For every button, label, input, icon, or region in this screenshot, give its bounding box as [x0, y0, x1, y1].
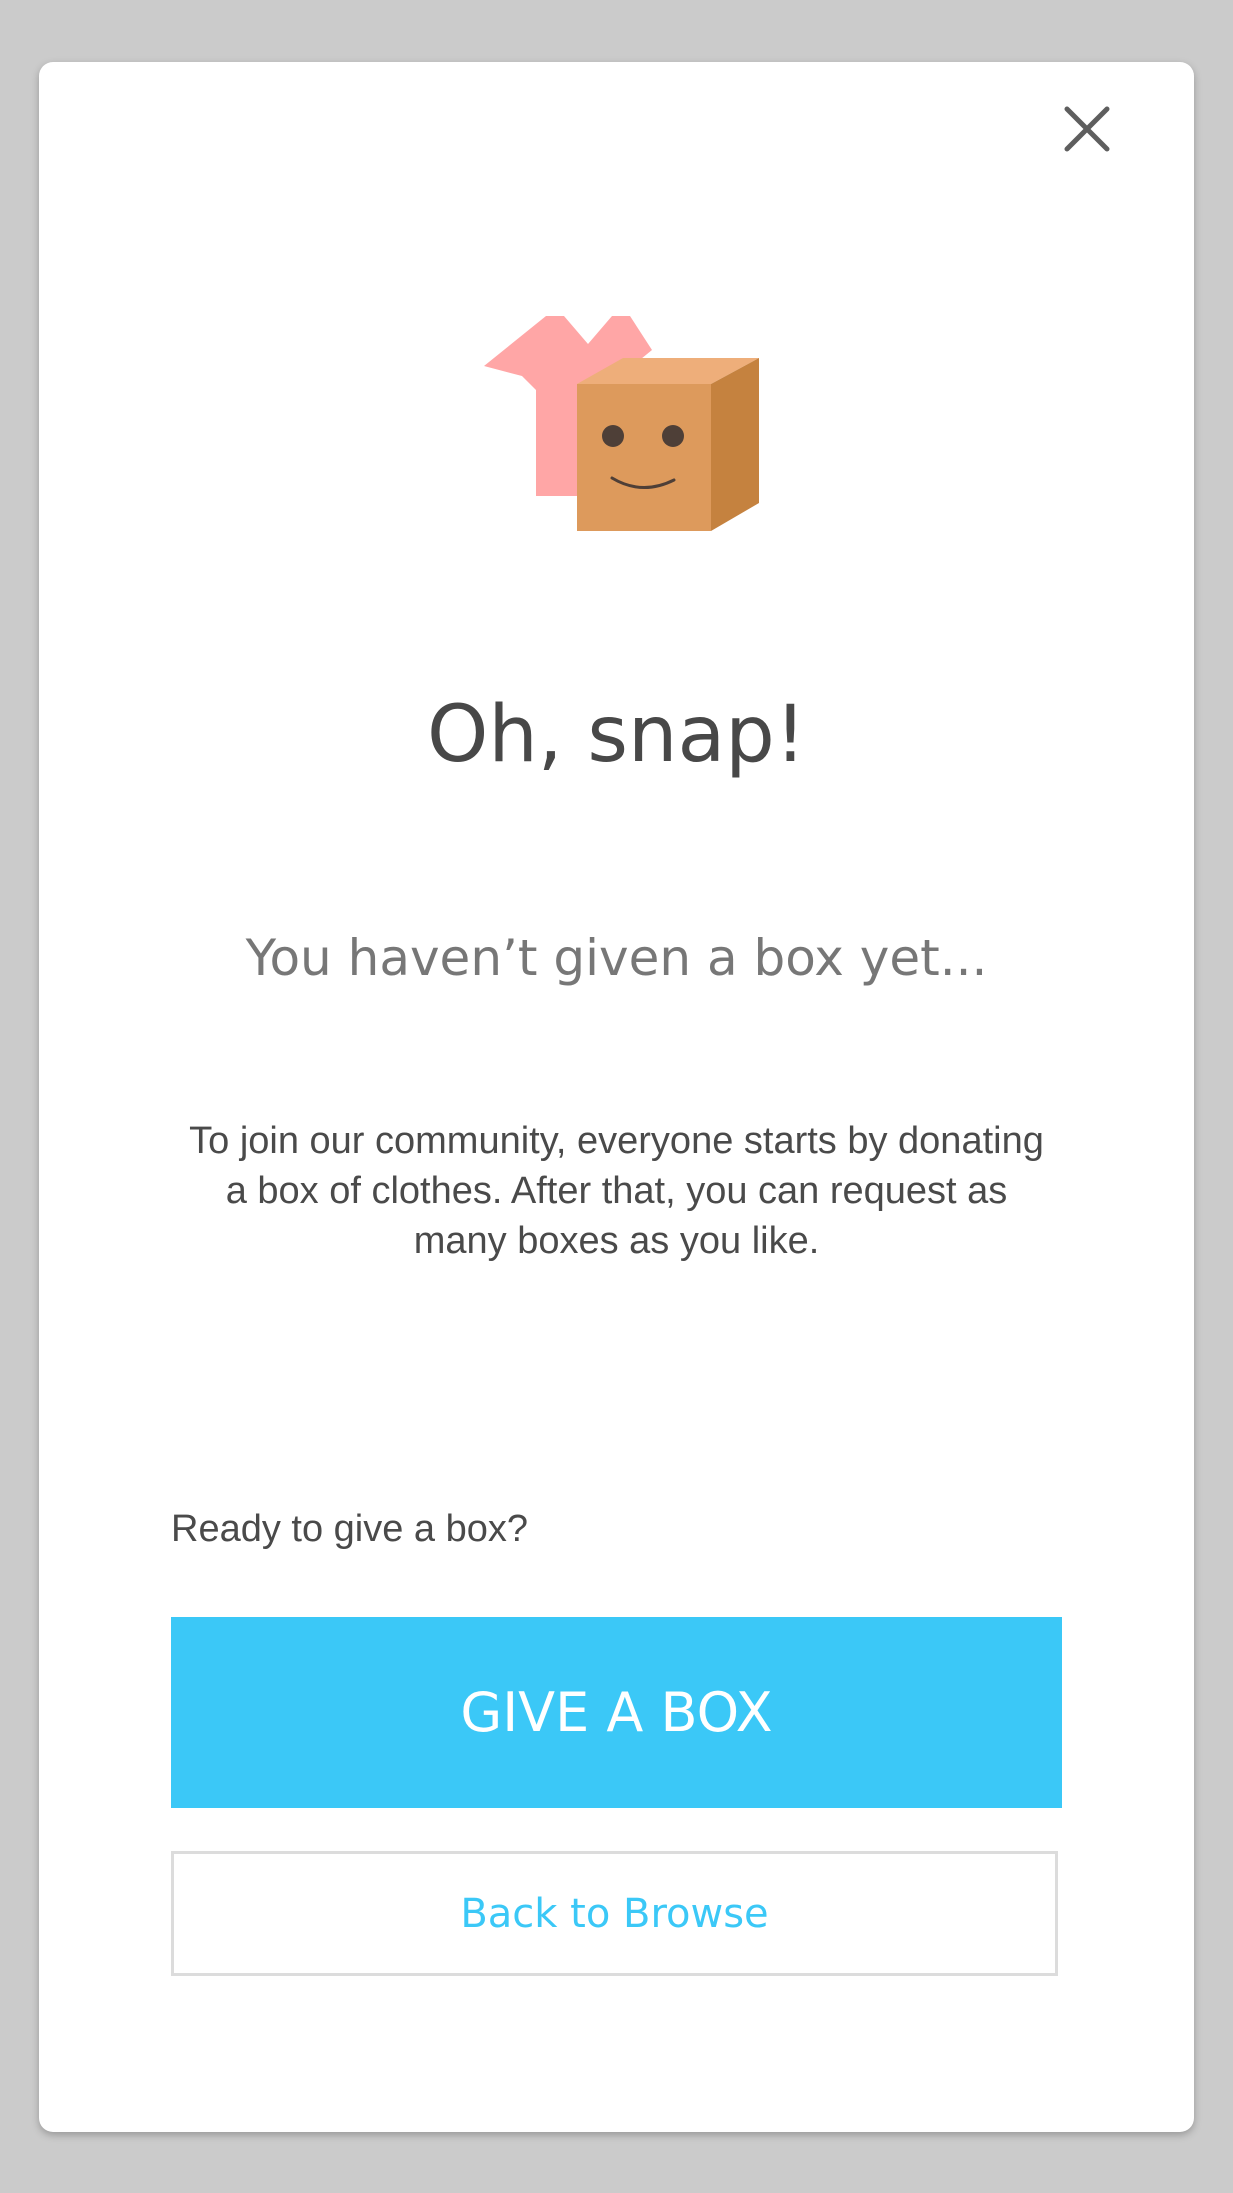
back-to-browse-button[interactable]: Back to Browse: [171, 1851, 1058, 1976]
box-with-shirt-icon: [484, 316, 759, 531]
dialog-body-text: To join our community, everyone starts b…: [189, 1120, 1044, 1262]
ready-prompt-label: Ready to give a box?: [171, 1508, 529, 1550]
dialog-title: Oh, snap!: [426, 690, 807, 780]
give-a-box-button[interactable]: GIVE A BOX: [171, 1617, 1062, 1808]
dialog-subtitle: You haven’t given a box yet...: [245, 929, 988, 987]
close-button[interactable]: [1050, 92, 1124, 166]
close-icon: [1064, 106, 1110, 152]
